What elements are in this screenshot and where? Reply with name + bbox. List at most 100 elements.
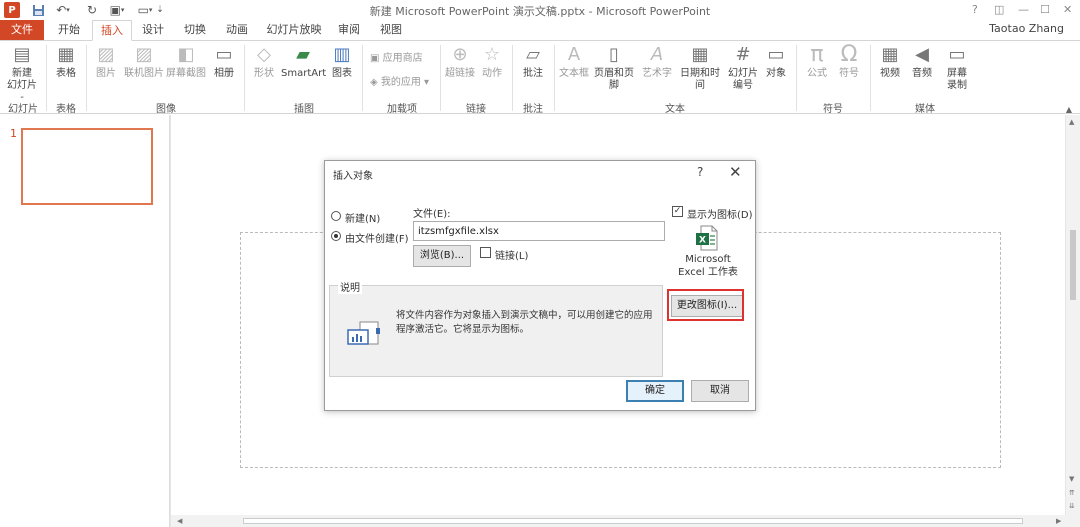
smartart-button[interactable]: ▰ SmartArt [281,44,326,80]
video-icon: ▦ [881,44,899,65]
group-divider [796,45,797,111]
my-apps-button[interactable]: ◈ 我的应用 ▾ [370,77,429,89]
minimize-icon[interactable]: — [1018,3,1029,16]
table-button[interactable]: ▦ 表格 [52,44,80,80]
online-picture-button[interactable]: ▨ 联机图片 [124,44,164,80]
header-footer-icon: ▯ [609,44,619,65]
radio-new-label[interactable]: 新建(N) [345,210,380,225]
album-button[interactable]: ▭ 相册 [210,44,238,80]
date-time-button[interactable]: ▦ 日期和时间 [676,44,724,92]
wordart-icon: A [650,44,664,65]
screenshot-button[interactable]: ◧ 屏幕截图 [166,44,206,80]
group-divider [512,45,513,111]
screenshot-label: 屏幕截图 [166,68,206,79]
cancel-button[interactable]: 取消 [691,380,749,402]
vertical-scroll-thumb[interactable] [1070,230,1076,300]
radio-from-file-label[interactable]: 由文件创建(F) [345,230,409,245]
radio-new[interactable] [331,211,341,221]
wordart-label: 艺术字 [642,68,672,79]
previous-slide-icon[interactable]: ⇈ [1069,489,1075,497]
textbox-label: 文本框 [559,68,589,79]
shapes-button[interactable]: ◇ 形状 [250,44,278,80]
user-name[interactable]: Taotao Zhang [989,22,1064,35]
next-slide-icon[interactable]: ⇊ [1069,502,1075,510]
vertical-scrollbar[interactable]: ▲ ▼ ⇈ ⇊ [1066,115,1080,515]
maximize-icon[interactable]: ☐ [1040,3,1050,16]
file-label: 文件(E): [413,209,451,220]
ribbon: ▤ 新建 幻灯片 - 幻灯片 ▦ 表格 表格 ▨ 图片 ▨ 联机图片 ◧ 屏幕截… [0,40,1080,115]
chart-button[interactable]: ▥ 图表 [328,44,356,80]
equation-button[interactable]: π 公式 [802,44,832,80]
chevron-up-icon[interactable]: ▲ [1066,105,1072,114]
scroll-left-icon[interactable]: ◀ [177,517,182,525]
slide-number-button[interactable]: # 幻灯片 编号 [726,44,760,92]
show-as-icon-checkbox[interactable]: ✓ [672,206,683,217]
ribbon-tabs: 文件 开始 插入 设计 切换 动画 幻灯片放映 审阅 视图 Taotao Zha… [0,20,1080,41]
group-divider [46,45,47,111]
scroll-right-icon[interactable]: ▶ [1056,517,1061,525]
header-footer-button[interactable]: ▯ 页眉和页脚 [590,44,638,92]
picture-label: 图片 [96,68,116,79]
result-group: 说明 将文件内容作为对象插入到演示文稿中，可以用创建它的应用程序激活它。它将显示… [329,279,663,377]
pi-icon: π [810,42,824,67]
tab-transitions[interactable]: 切换 [180,20,210,40]
action-button[interactable]: ☆ 动作 [478,44,506,80]
link-checkbox[interactable] [480,247,491,258]
tab-slideshow[interactable]: 幻灯片放映 [266,20,322,40]
help-icon[interactable]: ? [972,3,978,16]
screen-recording-label: 屏幕 录制 [947,68,967,91]
action-label: 动作 [482,68,502,79]
object-button[interactable]: ▭ 对象 [762,44,790,80]
comment-button[interactable]: ▱ 批注 [518,44,548,80]
album-label: 相册 [214,68,234,79]
svg-text:X: X [699,236,706,246]
close-icon[interactable]: ✕ [729,163,742,181]
window-title: 新建 Microsoft PowerPoint 演示文稿.pptx - Micr… [369,5,711,18]
file-path-input[interactable] [413,221,665,241]
tab-home[interactable]: 开始 [52,20,86,40]
video-button[interactable]: ▦ 视频 [876,44,904,80]
tab-view[interactable]: 视图 [376,20,406,40]
date-time-label: 日期和时间 [680,68,720,91]
album-icon: ▭ [215,44,233,65]
slide-thumbnail-pane: 1 [0,115,170,527]
show-as-icon-label[interactable]: 显示为图标(D) [687,206,753,221]
ok-button[interactable]: 确定 [626,380,684,402]
chart-icon: ▥ [333,44,351,65]
help-icon[interactable]: ? [697,165,703,179]
slide-thumbnail[interactable] [21,128,153,205]
tab-file[interactable]: 文件 [0,20,44,40]
ribbon-display-icon[interactable]: ◫ [994,3,1004,16]
tab-insert[interactable]: 插入 [92,20,132,41]
hyperlink-button[interactable]: ⊕ 超链接 [444,44,476,80]
browse-button[interactable]: 浏览(B)... [413,245,471,267]
store-button[interactable]: ▣ 应用商店 [370,53,423,65]
new-slide-button[interactable]: ▤ 新建 幻灯片 - [4,44,40,104]
object-as-icon-icon [347,321,380,345]
link-label[interactable]: 链接(L) [495,247,528,262]
insert-object-dialog: 插入对象 ? ✕ 新建(N) 由文件创建(F) 文件(E): 浏览(B)... … [324,160,756,411]
result-description: 将文件内容作为对象插入到演示文稿中，可以用创建它的应用程序激活它。它将显示为图标… [396,310,653,335]
picture-button[interactable]: ▨ 图片 [92,44,120,80]
audio-button[interactable]: ◀ 音频 [908,44,936,80]
scroll-up-icon[interactable]: ▲ [1069,118,1074,126]
group-label-tables: 表格 [56,104,76,115]
wordart-button[interactable]: A 艺术字 [640,44,674,80]
tab-review[interactable]: 审阅 [334,20,364,40]
group-label-illustrations: 插图 [294,104,314,115]
group-divider [554,45,555,111]
scroll-down-icon[interactable]: ▼ [1069,475,1074,483]
horizontal-scrollbar[interactable]: ◀ ▶ [171,515,1080,527]
tab-design[interactable]: 设计 [138,20,168,40]
screen-recording-button[interactable]: ▭ 屏幕 录制 [940,44,974,92]
star-icon: ☆ [483,44,501,65]
hyperlink-icon: ⊕ [452,44,468,65]
close-icon[interactable]: ✕ [1063,3,1072,16]
horizontal-scroll-thumb[interactable] [243,518,1023,524]
textbox-button[interactable]: A 文本框 [558,44,590,80]
speaker-icon: ◀ [915,44,929,65]
table-icon: ▦ [57,44,75,65]
radio-from-file[interactable] [331,231,341,241]
symbol-button[interactable]: Ω 符号 [834,44,864,80]
tab-animations[interactable]: 动画 [222,20,252,40]
